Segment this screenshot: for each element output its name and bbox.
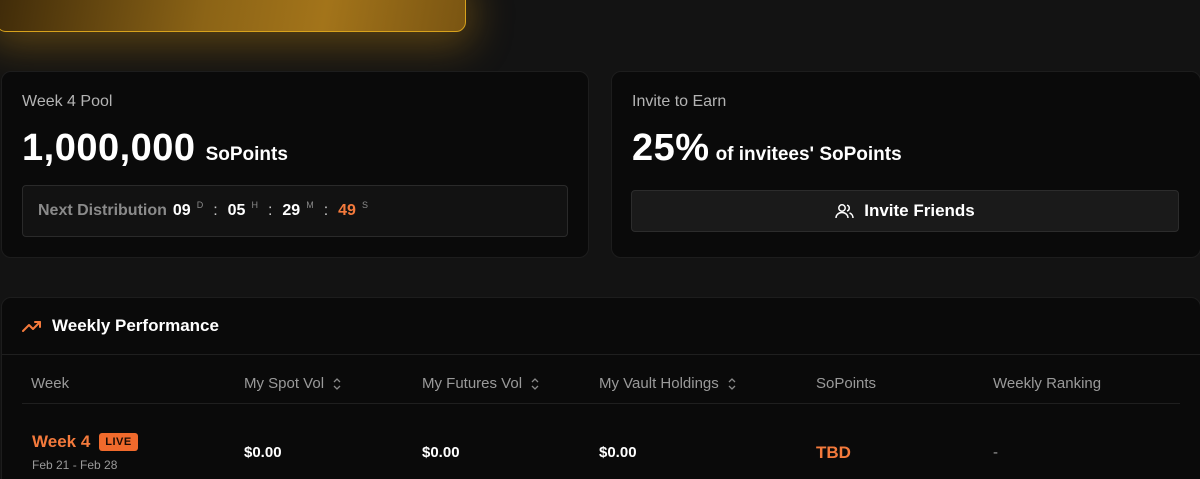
countdown-seconds: 49 [338, 202, 356, 219]
countdown-separator: : [323, 202, 329, 219]
countdown-separator: : [213, 202, 218, 219]
pool-amount: 1,000,000 [22, 127, 196, 169]
divider [2, 354, 1200, 355]
invite-percent: 25% [632, 127, 710, 169]
users-icon [835, 204, 854, 219]
invite-friends-label: Invite Friends [864, 201, 975, 220]
pool-amount-row: 1,000,000 SoPoints [22, 127, 288, 170]
distribution-countdown: Next Distribution 09 D : 05 H : 29 M : 4… [22, 185, 568, 237]
spot-vol-value: $0.00 [244, 444, 282, 461]
column-header-label: Weekly Ranking [993, 375, 1102, 392]
countdown-hours: 05 [227, 202, 246, 219]
invite-desc: of invitees' SoPoints [715, 144, 902, 165]
column-header-sopoints: SoPoints [816, 375, 876, 392]
sopoints-value: TBD [816, 443, 851, 462]
column-header-label: My Vault Holdings [599, 375, 719, 392]
countdown-minutes-unit: M [306, 200, 314, 210]
column-header-ranking: Weekly Ranking [993, 375, 1101, 392]
sort-icon [728, 377, 736, 390]
performance-title: Weekly Performance [52, 316, 219, 335]
week-pool-card: Week 4 Pool 1,000,000 SoPoints Next Dist… [1, 71, 589, 258]
column-header-vault-holdings[interactable]: My Vault Holdings [599, 375, 737, 392]
table-row-week: Week 4 LIVE [32, 432, 138, 452]
pool-unit: SoPoints [205, 144, 288, 165]
invite-card: Invite to Earn 25% of invitees' SoPoints… [611, 71, 1200, 258]
countdown-hours-unit: H [251, 200, 258, 210]
divider [22, 403, 1180, 404]
invite-friends-button[interactable]: Invite Friends [631, 190, 1179, 232]
countdown-minutes: 29 [282, 202, 301, 219]
countdown-days-unit: D [196, 200, 204, 210]
week-dates: Feb 21 - Feb 28 [32, 458, 118, 472]
countdown-seconds-unit: S [361, 200, 368, 210]
column-header-label: My Spot Vol [244, 375, 325, 392]
column-header-week: Week [31, 375, 69, 392]
week-label: Week 4 [32, 432, 91, 451]
weekly-performance-card: Weekly Performance Week My Spot Vol My F… [1, 297, 1200, 479]
ranking-value: - [993, 444, 998, 461]
column-header-label: SoPoints [816, 375, 877, 392]
pool-label: Week 4 Pool [22, 93, 113, 110]
performance-header: Weekly Performance [22, 316, 219, 336]
countdown-separator: : [267, 202, 273, 219]
trending-up-icon [22, 321, 41, 332]
countdown-days: 09 [172, 202, 191, 219]
column-header-label: Week [31, 375, 70, 392]
sort-icon [333, 377, 341, 390]
vault-holdings-value: $0.00 [599, 444, 637, 461]
column-header-label: My Futures Vol [422, 375, 523, 392]
invite-percent-row: 25% of invitees' SoPoints [632, 127, 902, 170]
promo-banner[interactable] [0, 0, 466, 32]
sort-icon [531, 377, 539, 390]
column-header-spot-vol[interactable]: My Spot Vol [244, 375, 342, 392]
page: Week 4 Pool 1,000,000 SoPoints Next Dist… [0, 0, 1200, 479]
futures-vol-value: $0.00 [422, 444, 460, 461]
column-header-futures-vol[interactable]: My Futures Vol [422, 375, 540, 392]
live-badge: LIVE [99, 433, 138, 451]
countdown-label: Next Distribution [38, 202, 167, 219]
invite-label: Invite to Earn [632, 93, 727, 110]
